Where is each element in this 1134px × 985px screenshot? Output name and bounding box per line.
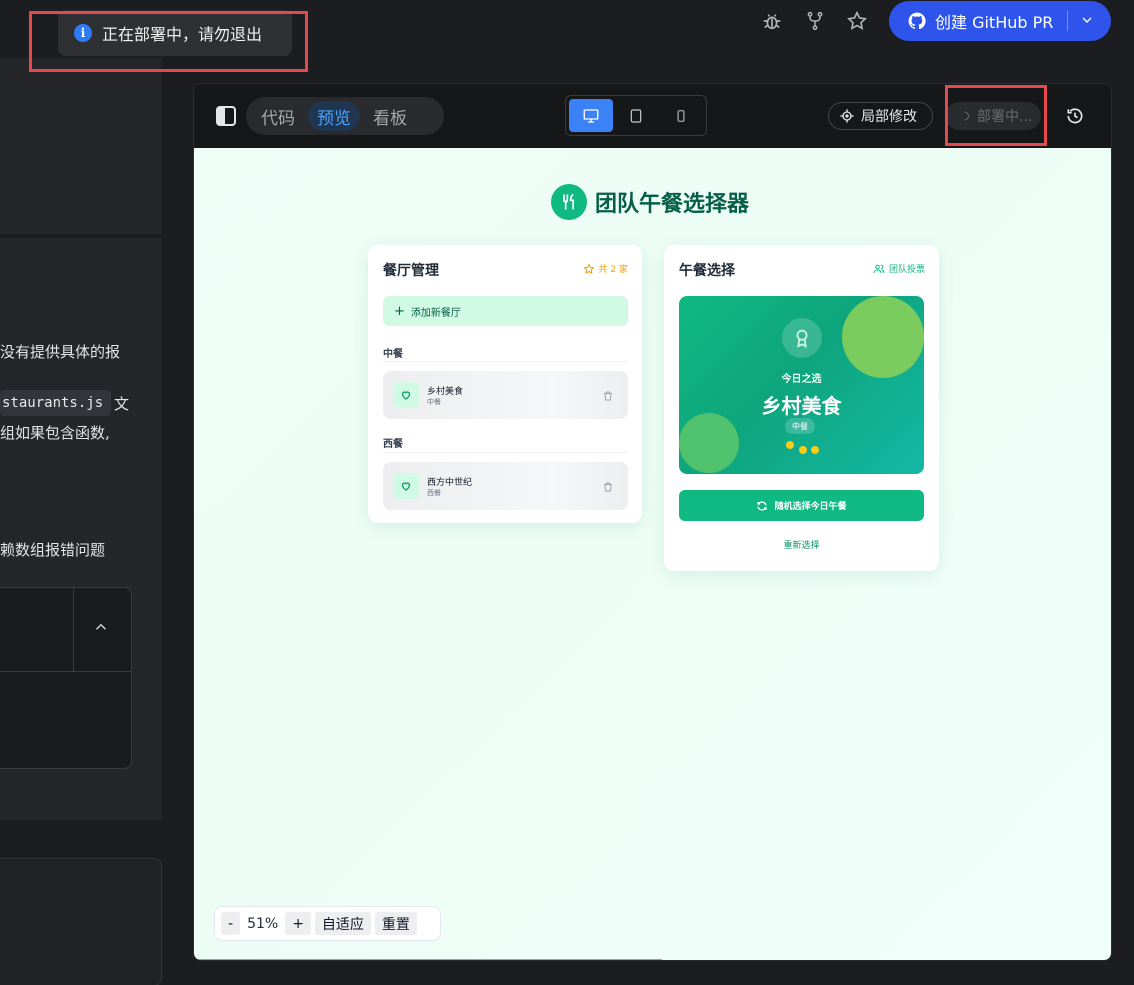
decor-circle (679, 413, 739, 473)
tablet-icon[interactable] (614, 99, 658, 132)
app-title: 团队午餐选择器 (595, 192, 750, 217)
team-vote-label: 团队投票 (888, 265, 925, 275)
today-pick-category: 中餐 (785, 418, 815, 434)
highlight-box (29, 11, 308, 72)
star-icon[interactable] (842, 8, 872, 34)
zoom-controls: - 51% + 自适应 重置 (214, 906, 441, 941)
desktop-icon[interactable] (569, 99, 613, 132)
mobile-icon[interactable] (659, 99, 703, 132)
users-icon (873, 264, 885, 273)
github-icon (908, 12, 926, 30)
message-text-3: 组如果包含函数, (0, 424, 110, 442)
tab-code[interactable]: 代码 (252, 101, 304, 131)
indicator-dot (786, 441, 794, 449)
trash-icon[interactable] (602, 478, 614, 497)
button-divider (1067, 11, 1068, 31)
restaurants-title: 餐厅管理 (383, 263, 439, 279)
horizontal-scrollbar[interactable] (194, 959, 662, 960)
message-text-1: 没有提供具体的报 (0, 343, 121, 361)
lunch-card: 午餐选择 团队投票 今日之选 乡村美食 中餐 随机选择今日午餐 重新选择 (664, 245, 939, 571)
restaurant-name: 乡村美食 (427, 387, 464, 397)
restaurants-card: 餐厅管理 共 2 家 + 添加新餐厅 中餐 乡村美食 中餐 西餐 西方中世纪 西… (368, 245, 642, 523)
category-label: 中餐 (383, 349, 403, 360)
plus-icon: + (394, 303, 405, 319)
preview-canvas: 团队午餐选择器 餐厅管理 共 2 家 + 添加新餐厅 中餐 乡村美食 中餐 西餐… (194, 148, 1111, 960)
indicator-dot (799, 446, 807, 454)
tab-preview[interactable]: 预览 (308, 101, 360, 131)
local-edit-label: 局部修改 (861, 109, 917, 125)
target-icon (840, 109, 854, 123)
trash-icon[interactable] (602, 387, 614, 406)
reset-button[interactable]: 重置 (374, 912, 417, 935)
create-github-pr-button[interactable]: 创建 GitHub PR (889, 1, 1111, 41)
reselect-link[interactable]: 重新选择 (664, 538, 939, 551)
random-pick-button[interactable]: 随机选择今日午餐 (679, 490, 924, 521)
today-pick-banner: 今日之选 乡村美食 中餐 (679, 296, 924, 474)
decor-circle (842, 296, 924, 378)
app-header: 团队午餐选择器 (551, 184, 749, 220)
left-panel-top (0, 58, 162, 234)
zoom-out-button[interactable]: - (221, 912, 241, 935)
category-label: 西餐 (383, 439, 403, 450)
message-text-4: 赖数组报错问题 (0, 541, 106, 559)
highlight-box (945, 85, 1047, 146)
restaurant-count: 共 2 家 (583, 262, 628, 275)
random-pick-label: 随机选择今日午餐 (774, 502, 847, 512)
restaurant-category: 西餐 (427, 489, 441, 497)
count-label: 共 2 家 (598, 265, 628, 275)
message-text-2: 文 (114, 395, 130, 413)
zoom-in-button[interactable]: + (285, 912, 311, 935)
chevron-down-icon[interactable] (1079, 12, 1095, 32)
device-switcher (565, 95, 707, 136)
lunch-title: 午餐选择 (679, 263, 735, 279)
view-tabs: 代码 预览 看板 (246, 97, 444, 135)
heart-icon[interactable] (393, 382, 419, 408)
utensils-icon (551, 184, 587, 220)
add-restaurant-label: 添加新餐厅 (410, 307, 461, 319)
refresh-icon (757, 500, 768, 511)
divider (383, 361, 628, 362)
left-panel-input[interactable] (0, 858, 162, 985)
restaurant-item[interactable]: 西方中世纪 西餐 (383, 462, 628, 510)
fork-icon[interactable] (800, 8, 830, 34)
award-icon (782, 318, 822, 358)
today-pick-label: 今日之选 (781, 374, 822, 385)
zoom-level: 51% (247, 915, 279, 932)
collapsed-panel (0, 587, 132, 769)
indicator-dot (811, 446, 819, 454)
local-edit-button[interactable]: 局部修改 (828, 102, 933, 130)
add-restaurant-button[interactable]: + 添加新餐厅 (383, 296, 628, 326)
divider (73, 588, 74, 671)
bug-icon[interactable] (757, 8, 787, 34)
tab-board[interactable]: 看板 (364, 101, 416, 131)
team-vote-link[interactable]: 团队投票 (873, 262, 925, 275)
history-icon[interactable] (1065, 106, 1085, 130)
github-pr-label: 创建 GitHub PR (935, 13, 1054, 32)
divider (383, 452, 628, 453)
restaurant-item[interactable]: 乡村美食 中餐 (383, 371, 628, 419)
star-outline-icon (583, 262, 595, 274)
preview-window: 代码 预览 看板 局部修改 部署中... 团队午餐选择器 餐厅管理 共 2 家 … (193, 83, 1112, 961)
heart-icon[interactable] (393, 473, 419, 499)
restaurant-name: 西方中世纪 (427, 478, 473, 488)
divider (0, 671, 132, 672)
fit-button[interactable]: 自适应 (314, 912, 371, 935)
code-chip: staurants.js (0, 390, 112, 416)
today-pick-name: 乡村美食 (761, 394, 842, 418)
chevron-up-icon[interactable] (92, 618, 110, 640)
sidebar-toggle-icon[interactable] (216, 106, 236, 126)
restaurant-category: 中餐 (427, 398, 441, 406)
